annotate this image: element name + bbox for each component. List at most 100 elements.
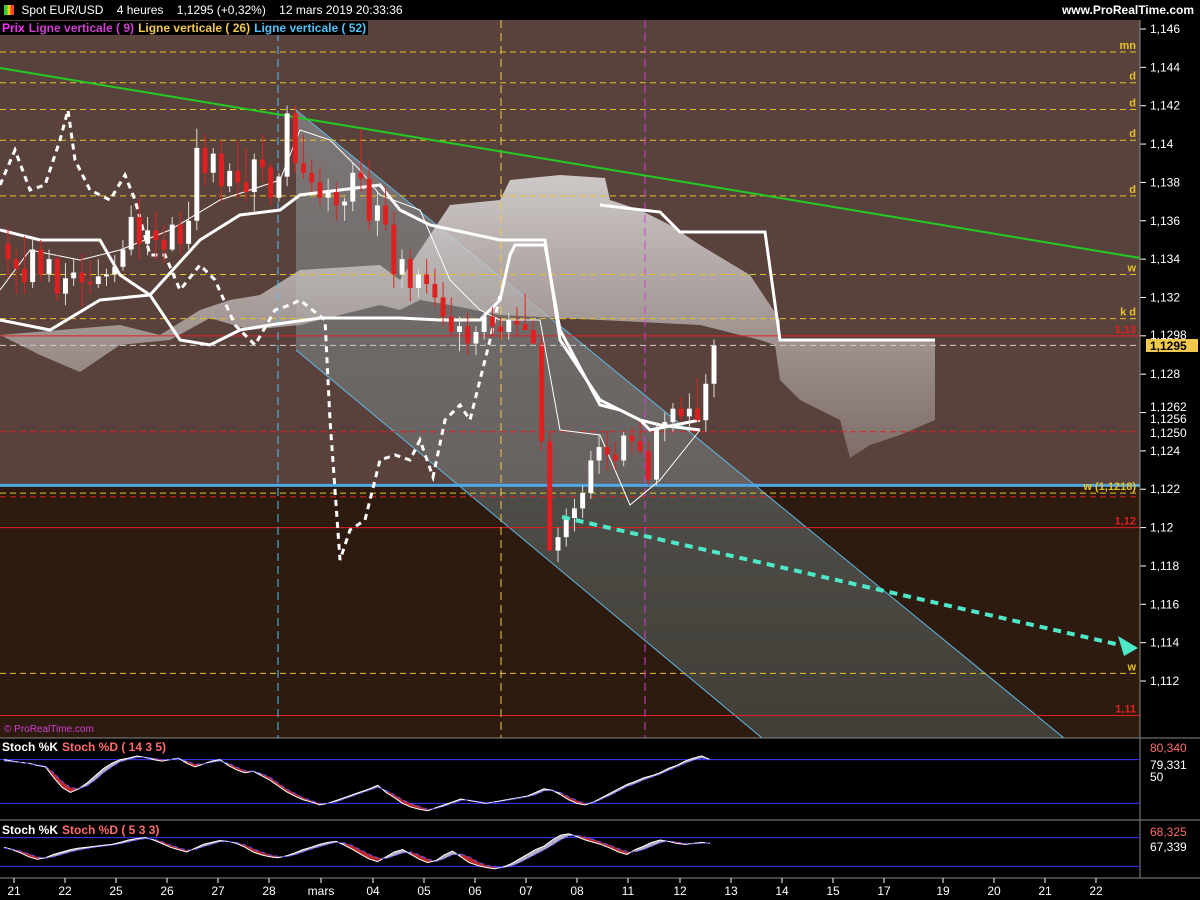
price-label: 1,1256 — [1150, 412, 1187, 426]
candle-body — [46, 259, 52, 275]
stoch-tick-label: 80,340 — [1150, 741, 1187, 755]
price-tick-label: 1,132 — [1150, 290, 1180, 304]
date-tick-label: 07 — [519, 884, 533, 898]
candle-body — [120, 249, 126, 267]
price-label: 1,1250 — [1150, 426, 1187, 440]
date-tick-label: 27 — [211, 884, 225, 898]
date-tick-label: 15 — [826, 884, 840, 898]
level-label: mn — [1120, 40, 1137, 52]
candle-body — [177, 224, 183, 244]
candle-body — [678, 408, 684, 417]
date-tick-label: 12 — [673, 884, 687, 898]
candle-body — [621, 435, 627, 461]
price-tick-label: 1,122 — [1150, 482, 1180, 496]
level-label: 1,11 — [1115, 704, 1136, 716]
candle-body — [465, 326, 471, 344]
candle-body — [645, 450, 651, 480]
price-tick-label: 1,142 — [1150, 99, 1180, 113]
price-tick-label: 1,12 — [1150, 521, 1174, 535]
candle-body — [391, 224, 397, 275]
stoch1-k-label[interactable]: Stoch %K — [0, 740, 61, 754]
candle-body — [350, 172, 356, 202]
candle-body — [145, 230, 151, 244]
date-tick-label: 22 — [1089, 884, 1103, 898]
candle-body — [448, 316, 454, 332]
candle-body — [613, 454, 618, 461]
price-chart[interactable]: mn d d d d w k d 1,13 w (1,1218) 1,12 w 1,11 1,146 1,… — [0, 0, 1200, 900]
candle-body — [366, 178, 372, 221]
date-tick-label: 13 — [724, 884, 738, 898]
level-label: d — [1129, 98, 1136, 110]
level-label: d — [1129, 71, 1136, 83]
candle-body — [260, 159, 265, 168]
candle-body — [194, 147, 200, 221]
candle-body — [654, 427, 659, 480]
candle-body — [481, 316, 487, 332]
candle-body — [79, 272, 85, 283]
stoch-fill — [53, 772, 63, 788]
price-tick-label: 1,14 — [1150, 137, 1174, 151]
price-label: 1,1295 — [1150, 339, 1187, 353]
date-tick-label: 25 — [109, 884, 123, 898]
candle-body — [317, 182, 323, 198]
price-tick-label: 1,124 — [1150, 444, 1180, 458]
date-tick-label: 22 — [58, 884, 72, 898]
level-label: k d — [1120, 307, 1136, 319]
candle-body — [5, 243, 11, 260]
level-label: w — [1126, 661, 1136, 673]
candle-body — [202, 147, 208, 173]
candle-body — [342, 201, 348, 206]
stoch1-legend: Stoch %K Stoch %D ( 14 3 5) — [0, 739, 169, 755]
candle-body — [153, 230, 159, 240]
candle-body — [530, 330, 536, 344]
candle-body — [227, 170, 233, 187]
price-tick-label: 1,128 — [1150, 367, 1180, 381]
legend-vertical-26[interactable]: Ligne verticale ( 26) — [136, 21, 253, 35]
legend-vertical-9[interactable]: Ligne verticale ( 9) — [26, 21, 137, 35]
candle-body — [169, 224, 175, 250]
candle-body — [218, 153, 224, 187]
candle-body — [210, 153, 216, 173]
candle-body — [703, 383, 709, 421]
candle-body — [489, 316, 495, 327]
candle-body — [21, 268, 27, 283]
stoch1-d-label[interactable]: Stoch %D ( 14 3 5) — [60, 740, 169, 754]
stoch-fill — [111, 759, 121, 767]
date-tick-label: 08 — [570, 884, 584, 898]
candle-body — [292, 113, 298, 164]
candle-body — [407, 259, 413, 288]
candle-body — [686, 408, 692, 417]
candle-body — [112, 266, 118, 275]
stoch2-d-label[interactable]: Stoch %D ( 5 3 3) — [60, 823, 162, 837]
stoch2-k-label[interactable]: Stoch %K — [0, 823, 61, 837]
candle-body — [563, 518, 569, 538]
candle-body — [514, 320, 520, 325]
candle-body — [662, 422, 668, 428]
candle-body — [276, 176, 282, 198]
stoch-tick-label: 68,325 — [1150, 825, 1187, 839]
date-tick-label: 06 — [468, 884, 482, 898]
date-tick-label: 04 — [366, 884, 380, 898]
level-label: 1,13 — [1115, 324, 1136, 336]
candle-body — [506, 320, 512, 332]
stoch-fill — [402, 799, 411, 808]
date-tick-label: 14 — [775, 884, 789, 898]
candle-body — [87, 282, 93, 285]
candle-body — [136, 216, 142, 244]
candle-body — [301, 163, 306, 173]
candle-body — [333, 192, 339, 206]
date-tick-label: 19 — [936, 884, 950, 898]
candle-body — [457, 326, 462, 332]
candle-body — [383, 205, 389, 225]
price-tick-label: 1,136 — [1150, 214, 1180, 228]
level-label: 1,12 — [1115, 516, 1136, 528]
candle-body — [432, 284, 438, 298]
legend-prix[interactable]: Prix — [0, 21, 27, 35]
candle-body — [637, 441, 643, 451]
date-tick-label: 21 — [1038, 884, 1052, 898]
candle-body — [596, 447, 602, 461]
level-label: d — [1129, 128, 1136, 140]
candle-body — [243, 182, 249, 192]
level-label: w — [1126, 262, 1136, 274]
legend-vertical-52[interactable]: Ligne verticale ( 52) — [252, 21, 369, 35]
